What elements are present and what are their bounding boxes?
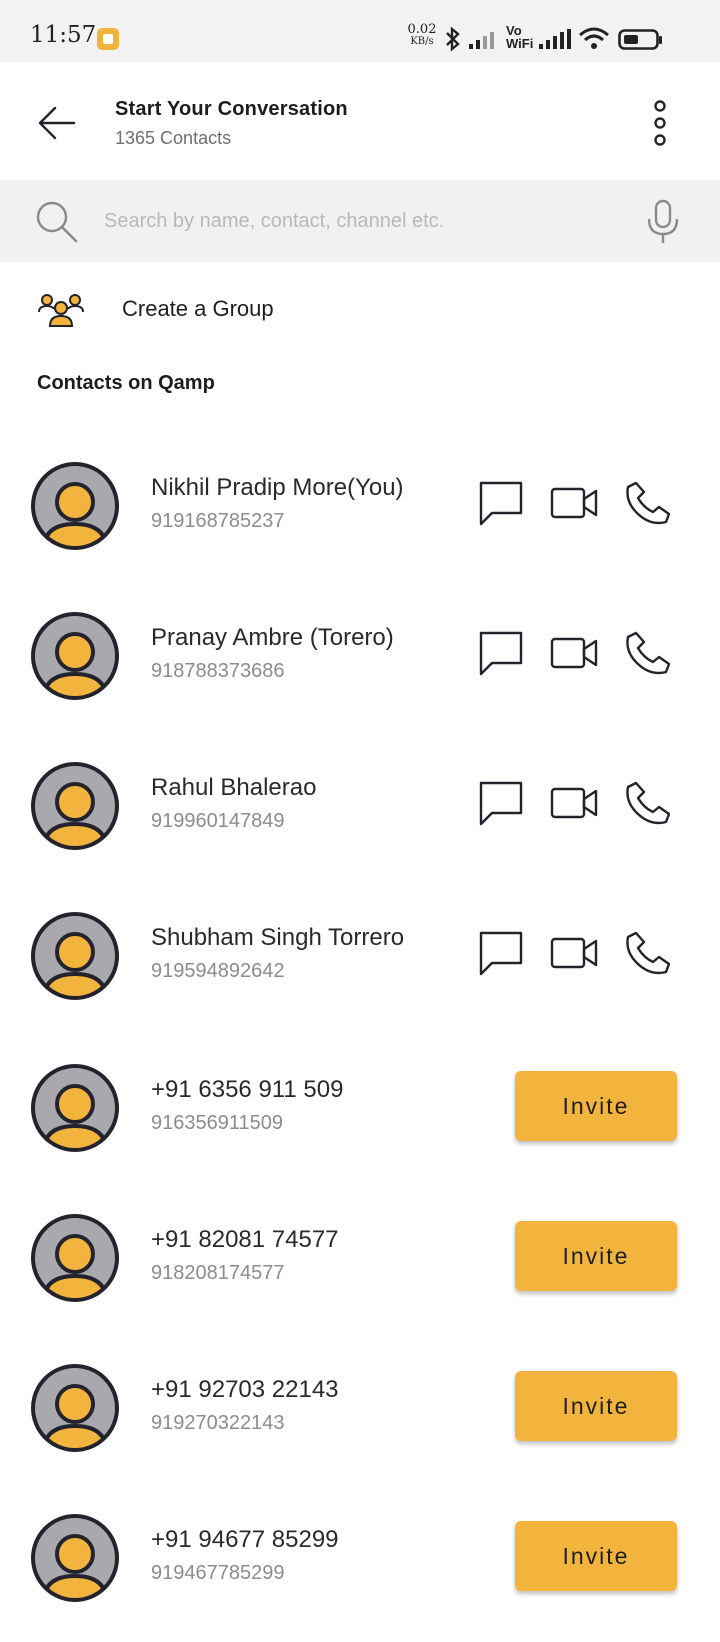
video-call-icon[interactable] bbox=[550, 630, 598, 676]
contact-count: 1365 Contacts bbox=[115, 128, 232, 148]
page-title: Start Your Conversation bbox=[115, 98, 348, 120]
contact-row[interactable]: +91 94677 85299 919467785299 Invite bbox=[0, 1512, 720, 1642]
phone-icon[interactable] bbox=[624, 780, 670, 826]
create-group-label: Create a Group bbox=[122, 296, 274, 321]
contact-number: 919270322143 bbox=[151, 1412, 285, 1434]
search-bar bbox=[0, 180, 720, 262]
avatar-icon bbox=[31, 762, 119, 850]
chat-icon[interactable] bbox=[478, 780, 524, 826]
avatar-icon bbox=[31, 1364, 119, 1452]
contact-number: 916356911509 bbox=[151, 1112, 283, 1134]
contact-name: +91 6356 911 509 bbox=[151, 1076, 344, 1103]
network-speed-unit: KB/s bbox=[410, 36, 434, 47]
avatar-icon bbox=[31, 462, 119, 550]
status-time: 11:57 bbox=[30, 22, 97, 48]
signal-icon bbox=[539, 29, 571, 49]
app-header: Start Your Conversation 1365 Contacts bbox=[0, 62, 720, 180]
phone-icon[interactable] bbox=[624, 630, 670, 676]
invite-button[interactable]: Invite bbox=[515, 1371, 677, 1441]
contact-row[interactable]: Rahul Bhalerao 919960147849 bbox=[0, 760, 720, 890]
video-call-icon[interactable] bbox=[550, 780, 598, 826]
more-options-icon[interactable] bbox=[648, 100, 672, 146]
vowifi-bottom-text: WiFi bbox=[506, 36, 534, 51]
bluetooth-icon bbox=[446, 26, 460, 52]
contact-name: Rahul Bhalerao bbox=[151, 774, 317, 801]
contact-name: Pranay Ambre (Torero) bbox=[151, 624, 394, 651]
status-bar: 11:57 0.02 KB/s Vo WiFi bbox=[0, 0, 720, 62]
create-group-button[interactable]: Create a Group bbox=[0, 282, 720, 340]
video-call-icon[interactable] bbox=[550, 480, 598, 526]
section-title: Contacts on Qamp bbox=[37, 372, 215, 394]
contact-number: 919960147849 bbox=[151, 810, 285, 832]
contact-row[interactable]: Pranay Ambre (Torero) 918788373686 bbox=[0, 610, 720, 740]
vowifi-icon: Vo WiFi bbox=[506, 24, 538, 50]
invite-button[interactable]: Invite bbox=[515, 1221, 677, 1291]
contact-number: 919594892642 bbox=[151, 960, 285, 982]
avatar-icon bbox=[31, 1514, 119, 1602]
contact-name: +91 94677 85299 bbox=[151, 1526, 339, 1553]
chat-icon[interactable] bbox=[478, 630, 524, 676]
network-speed-value: 0.02 bbox=[407, 22, 437, 37]
contact-row[interactable]: +91 82081 74577 918208174577 Invite bbox=[0, 1212, 720, 1342]
contact-name: +91 82081 74577 bbox=[151, 1226, 339, 1253]
wifi-icon bbox=[579, 27, 609, 49]
contact-name: Nikhil Pradip More(You) bbox=[151, 474, 404, 501]
network-speed: 0.02 KB/s bbox=[404, 22, 440, 48]
contact-name: Shubham Singh Torrero bbox=[151, 924, 405, 951]
video-call-icon[interactable] bbox=[550, 930, 598, 976]
search-input[interactable] bbox=[104, 205, 604, 237]
contact-row[interactable]: Nikhil Pradip More(You) 919168785237 bbox=[0, 460, 720, 590]
avatar-icon bbox=[31, 612, 119, 700]
phone-icon[interactable] bbox=[624, 930, 670, 976]
invite-button[interactable]: Invite bbox=[515, 1521, 677, 1591]
back-arrow-icon[interactable] bbox=[36, 102, 78, 144]
search-icon bbox=[36, 201, 78, 243]
signal-icon bbox=[469, 32, 494, 49]
microphone-icon[interactable] bbox=[646, 199, 680, 245]
contact-row[interactable]: +91 92703 22143 919270322143 Invite bbox=[0, 1362, 720, 1492]
avatar-icon bbox=[31, 912, 119, 1000]
contact-number: 918788373686 bbox=[151, 660, 285, 682]
contact-number: 919467785299 bbox=[151, 1562, 285, 1584]
contact-number: 919168785237 bbox=[151, 510, 285, 532]
contact-name: +91 92703 22143 bbox=[151, 1376, 339, 1403]
invite-button[interactable]: Invite bbox=[515, 1071, 677, 1141]
phone-icon[interactable] bbox=[624, 480, 670, 526]
avatar-icon bbox=[31, 1214, 119, 1302]
group-icon bbox=[38, 294, 84, 327]
notification-icon bbox=[97, 28, 119, 50]
battery-icon bbox=[618, 29, 662, 50]
chat-icon[interactable] bbox=[478, 930, 524, 976]
chat-icon[interactable] bbox=[478, 480, 524, 526]
contact-row[interactable]: Shubham Singh Torrero 919594892642 bbox=[0, 910, 720, 1040]
avatar-icon bbox=[31, 1064, 119, 1152]
contact-number: 918208174577 bbox=[151, 1262, 285, 1284]
contact-row[interactable]: +91 6356 911 509 916356911509 Invite bbox=[0, 1062, 720, 1192]
